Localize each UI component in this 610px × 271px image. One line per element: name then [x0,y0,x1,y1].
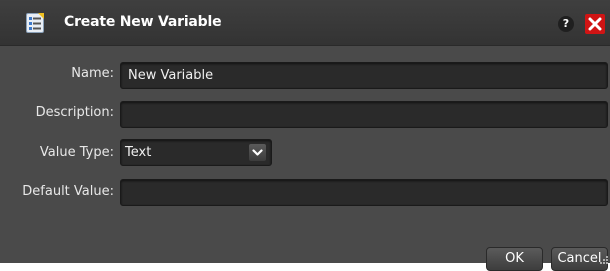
create-variable-dialog: Create New Variable ? Name: Description:… [0,0,610,271]
help-icon[interactable]: ? [558,16,574,32]
dialog-titlebar[interactable]: Create New Variable ? [0,0,610,46]
default-value-label: Default Value: [22,184,114,199]
resize-grip-icon[interactable] [597,251,609,264]
value-type-label: Value Type: [39,145,114,160]
value-type-select[interactable]: Text [120,139,272,166]
value-type-selected: Text [125,145,152,160]
name-label: Name: [71,66,114,81]
close-icon[interactable] [585,14,605,34]
description-label: Description: [35,105,114,120]
name-field[interactable] [120,62,608,89]
description-field[interactable] [120,101,608,128]
dialog-title: Create New Variable [64,14,222,30]
default-value-field[interactable] [120,179,608,206]
chevron-down-icon[interactable] [248,143,267,162]
variable-list-icon [26,13,44,33]
ok-button[interactable]: OK [486,247,543,271]
